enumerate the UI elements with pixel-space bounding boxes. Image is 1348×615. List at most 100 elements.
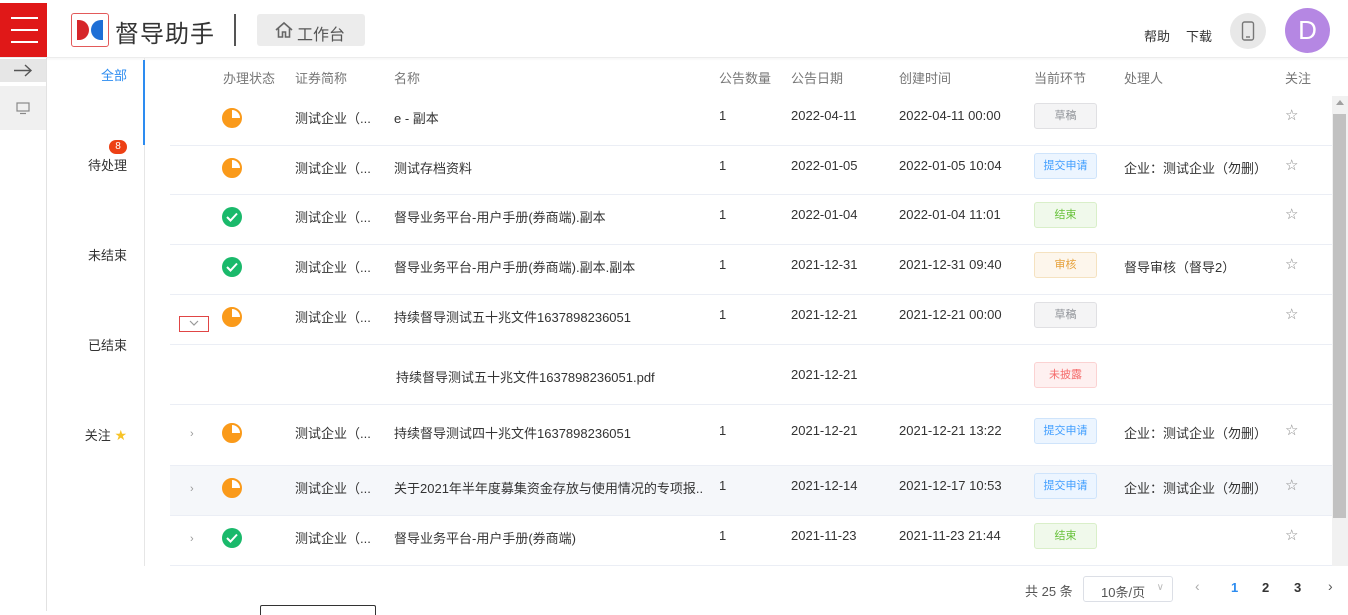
date-cell: 2022-04-11 [791, 108, 857, 123]
col-header-name: 名称 [394, 71, 421, 86]
help-link[interactable]: 帮助 [1144, 26, 1170, 45]
table-subrow[interactable]: 持续督导测试五十兆文件1637898236051.pdf 2021-12-21 未披… [170, 345, 1332, 405]
star-outline-icon[interactable]: ☆ [1285, 476, 1298, 494]
table-row[interactable]: 测试企业（... e - 副本 1 2022-04-11 2022-04-11 00:0… [170, 96, 1332, 146]
mobile-button[interactable] [1230, 13, 1266, 49]
created-cell: 2022-04-11 00:00 [899, 108, 1001, 123]
name-cell[interactable]: 持续督导测试四十兆文件1637898236051 [394, 423, 631, 442]
name-cell[interactable]: 督导业务平台-用户手册(券商端).副本 [394, 207, 606, 226]
handler-cell: 企业：测试企业（勿删） [1124, 481, 1268, 496]
next-page-icon[interactable]: › [1328, 578, 1333, 594]
count-cell: 1 [719, 478, 727, 493]
phone-icon [1241, 21, 1255, 41]
star-outline-icon[interactable]: ☆ [1285, 106, 1298, 124]
table-row[interactable]: › 测试企业（... 持续督导测试四十兆文件1637898236051 1 2021-1… [170, 405, 1332, 466]
star-outline-icon[interactable]: ☆ [1285, 255, 1298, 273]
date-cell: 2021-12-31 [791, 257, 858, 272]
expand-toggle[interactable] [179, 316, 209, 332]
star-outline-icon[interactable]: ☆ [1285, 421, 1298, 439]
workbench-label: 工作台 [297, 27, 346, 44]
chevron-right-icon[interactable]: › [190, 428, 200, 440]
security-cell: 测试企业（... [295, 310, 371, 325]
name-cell[interactable]: 持续督导测试五十兆文件1637898236051 [394, 307, 631, 326]
created-cell: 2022-01-04 11:01 [899, 207, 1001, 222]
download-link[interactable]: 下载 [1186, 26, 1212, 45]
count-cell: 1 [719, 108, 727, 123]
page-size-select[interactable]: 10条/页 ∨ [1083, 576, 1173, 602]
page-2[interactable]: 2 [1262, 580, 1269, 595]
col-header-stage: 当前环节 [1034, 71, 1087, 86]
pending-count-badge: 8 [109, 140, 127, 154]
page-3[interactable]: 3 [1294, 580, 1301, 595]
star-filled-icon: ★ [114, 427, 127, 443]
created-cell: 2021-12-31 09:40 [899, 257, 1002, 272]
date-cell: 2022-01-04 [791, 207, 858, 222]
security-cell: 测试企业（... [295, 481, 371, 496]
count-cell: 1 [719, 422, 727, 438]
date-cell: 2021-12-21 [791, 307, 858, 322]
col-header-follow: 关注 [1285, 71, 1312, 86]
table-row[interactable]: › 测试企业（... 督导业务平台-用户手册(券商端) 1 2021-11-23 2021… [170, 516, 1332, 566]
left-rail [0, 58, 47, 611]
scrollbar-thumb[interactable] [1333, 114, 1346, 518]
category-unfinished[interactable]: 未结束 [88, 245, 127, 264]
category-finished[interactable]: 已结束 [88, 335, 127, 354]
name-cell[interactable]: 关于2021年半年度募集资金存放与使用情况的专项报... [394, 478, 704, 497]
app-logo [71, 13, 109, 47]
security-cell: 测试企业（... [295, 425, 371, 441]
table-row[interactable]: 测试企业（... 督导业务平台-用户手册(券商端).副本 1 2022-01-04 20… [170, 195, 1332, 245]
chevron-right-icon[interactable]: › [190, 483, 200, 495]
chevron-down-icon: ∨ [1156, 582, 1164, 593]
user-avatar[interactable]: D [1285, 8, 1330, 53]
col-header-count: 公告数量 [719, 71, 772, 86]
monitor-nav-item[interactable] [0, 86, 46, 130]
arrow-right-icon [14, 64, 33, 77]
home-icon [275, 21, 293, 38]
name-cell[interactable]: 测试存档资料 [394, 158, 472, 177]
table-row[interactable]: 测试企业（... 持续督导测试五十兆文件1637898236051 1 2021-12… [170, 295, 1332, 345]
monitor-icon [16, 102, 30, 115]
security-cell: 测试企业（... [295, 160, 371, 176]
vertical-scrollbar[interactable] [1332, 96, 1348, 566]
stage-tag: 结束 [1034, 202, 1097, 228]
category-pending[interactable]: 待处理 [88, 155, 127, 174]
count-cell: 1 [719, 207, 727, 222]
security-cell: 测试企业（... [295, 210, 371, 225]
category-follow-label: 关注 [84, 428, 111, 443]
category-follow[interactable]: 关注 ★ [85, 425, 127, 444]
bottom-element [260, 605, 376, 615]
name-cell[interactable]: 督导业务平台-用户手册(券商端).副本.副本 [394, 257, 635, 276]
security-cell: 测试企业（... [295, 260, 371, 275]
chevron-right-icon[interactable]: › [190, 533, 200, 545]
name-cell[interactable]: e - 副本 [394, 108, 439, 127]
handler-cell: 企业：测试企业（勿删） [1124, 425, 1268, 441]
category-all[interactable]: 全部 [101, 65, 127, 84]
security-cell: 测试企业（... [295, 111, 371, 126]
security-cell: 测试企业（... [295, 531, 371, 546]
status-in-progress-icon [222, 157, 242, 178]
status-in-progress-icon [222, 478, 242, 498]
hamburger-menu-button[interactable] [0, 3, 47, 57]
header-divider [234, 14, 236, 46]
star-outline-icon[interactable]: ☆ [1285, 526, 1298, 544]
table-row[interactable]: 测试企业（... 测试存档资料 1 2022-01-05 2022-01-05 10:0… [170, 146, 1332, 195]
collapse-toggle[interactable] [0, 59, 46, 82]
page-1[interactable]: 1 [1231, 580, 1238, 595]
workbench-button[interactable]: 工作台 [257, 14, 365, 46]
star-outline-icon[interactable]: ☆ [1285, 205, 1298, 223]
star-outline-icon[interactable]: ☆ [1285, 305, 1298, 323]
prev-page-icon[interactable]: ‹ [1195, 578, 1200, 594]
status-done-icon [222, 257, 242, 277]
status-in-progress-icon [222, 108, 242, 128]
col-header-status: 办理状态 [223, 71, 276, 86]
count-cell: 1 [719, 157, 727, 173]
category-nav: 全部 8 待处理 未结束 已结束 关注 ★ [47, 58, 145, 566]
col-header-date: 公告日期 [791, 71, 844, 86]
name-cell[interactable]: 督导业务平台-用户手册(券商端) [394, 528, 576, 547]
scroll-up-icon[interactable] [1336, 100, 1344, 105]
star-outline-icon[interactable]: ☆ [1285, 156, 1298, 174]
created-cell: 2021-11-23 21:44 [899, 528, 1001, 543]
table-row[interactable]: › 测试企业（... 关于2021年半年度募集资金存放与使用情况的专项报... 1 20… [170, 466, 1332, 516]
name-cell[interactable]: 持续督导测试五十兆文件1637898236051.pdf [396, 367, 655, 386]
table-row[interactable]: 测试企业（... 督导业务平台-用户手册(券商端).副本.副本 1 2021-12-3… [170, 245, 1332, 295]
